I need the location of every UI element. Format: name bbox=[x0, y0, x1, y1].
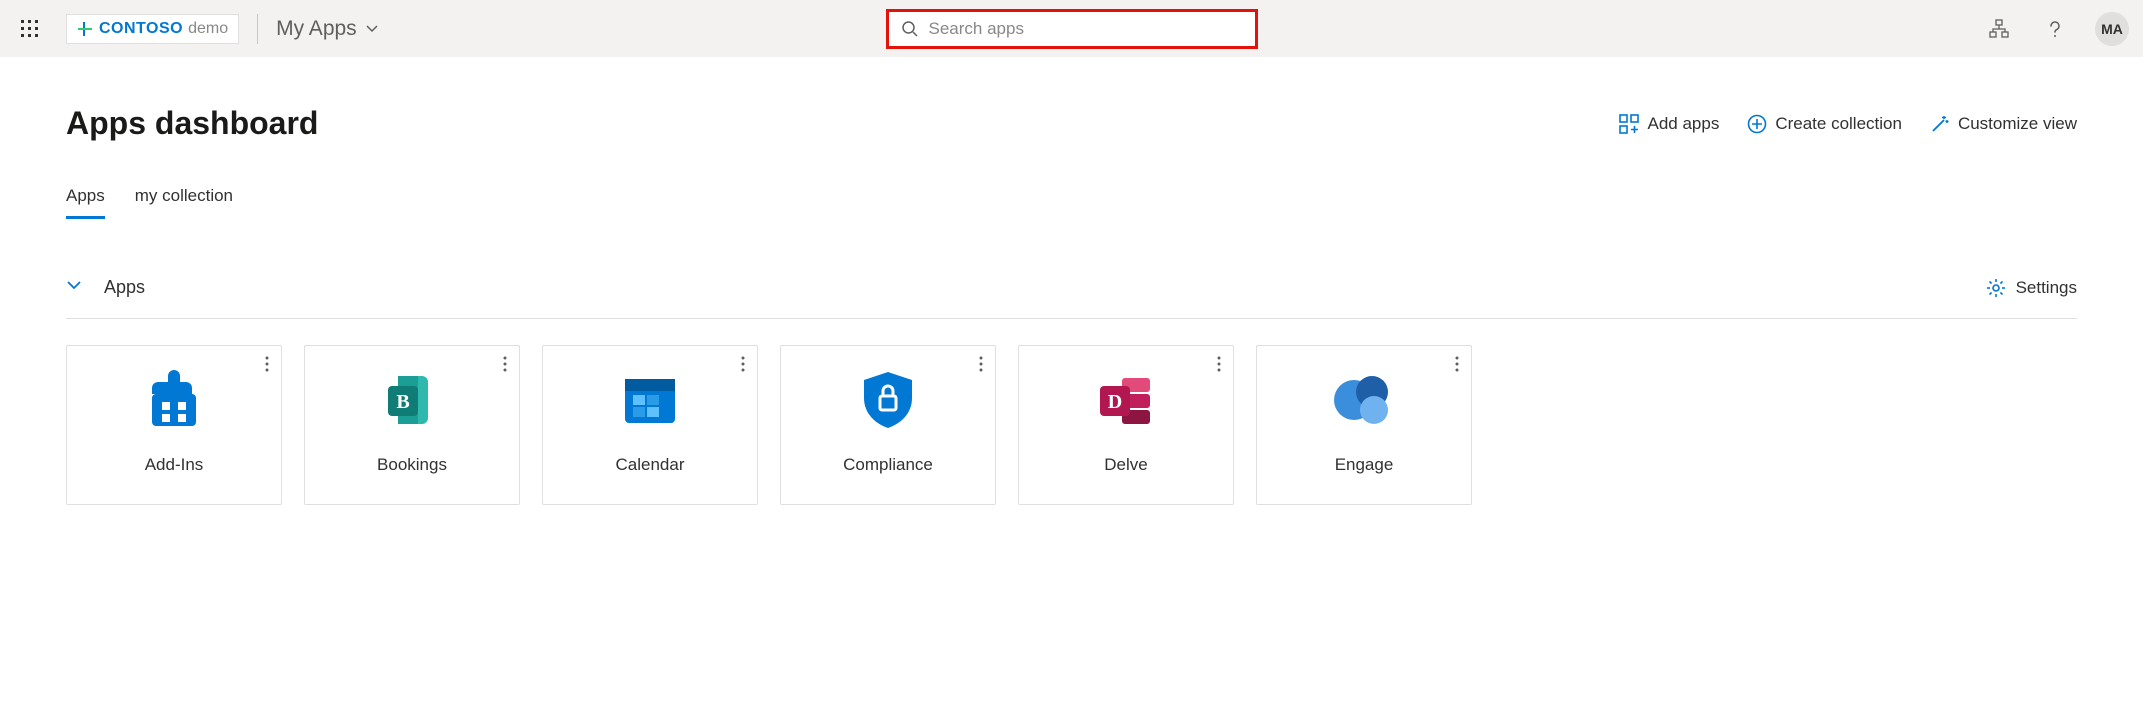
delve-icon: D bbox=[1091, 365, 1161, 435]
app-tile-bookings[interactable]: B Bookings bbox=[304, 345, 520, 505]
tile-label: Compliance bbox=[843, 455, 933, 475]
bookings-icon: B bbox=[377, 365, 447, 435]
add-apps-icon bbox=[1619, 114, 1639, 134]
app-tile-calendar[interactable]: Calendar bbox=[542, 345, 758, 505]
addins-icon bbox=[139, 365, 209, 435]
brand-name: CONTOSO bbox=[99, 20, 183, 38]
calendar-icon bbox=[615, 365, 685, 435]
app-tile-compliance[interactable]: Compliance bbox=[780, 345, 996, 505]
avatar-initials: MA bbox=[2101, 21, 2123, 37]
header-right: MA bbox=[1983, 12, 2129, 46]
svg-text:B: B bbox=[396, 391, 409, 413]
chevron-down-icon bbox=[66, 277, 82, 293]
brand-suffix: demo bbox=[188, 20, 228, 38]
tile-menu-button[interactable] bbox=[1217, 356, 1221, 377]
app-tile-delve[interactable]: D Delve bbox=[1018, 345, 1234, 505]
tile-label: Delve bbox=[1104, 455, 1147, 475]
tile-menu-button[interactable] bbox=[1455, 356, 1459, 377]
tile-menu-button[interactable] bbox=[741, 356, 745, 377]
section-settings-button[interactable]: Settings bbox=[1986, 278, 2077, 298]
nav-label: My Apps bbox=[276, 17, 357, 41]
title-row: Apps dashboard Add apps Create collectio… bbox=[66, 105, 2077, 142]
customize-view-label: Customize view bbox=[1958, 114, 2077, 134]
more-vertical-icon bbox=[503, 356, 507, 372]
tile-label: Engage bbox=[1335, 455, 1394, 475]
tab-my-collection[interactable]: my collection bbox=[135, 186, 233, 219]
compliance-icon bbox=[853, 365, 923, 435]
app-launcher-icon[interactable] bbox=[14, 13, 46, 45]
nav-dropdown[interactable]: My Apps bbox=[276, 17, 379, 41]
contoso-icon bbox=[77, 21, 93, 37]
add-apps-button[interactable]: Add apps bbox=[1619, 114, 1719, 134]
page-title: Apps dashboard bbox=[66, 105, 318, 142]
main-content: Apps dashboard Add apps Create collectio… bbox=[0, 57, 2143, 505]
section-header: Apps Settings bbox=[66, 277, 2077, 298]
more-vertical-icon bbox=[979, 356, 983, 372]
section-collapse-toggle[interactable] bbox=[66, 277, 82, 298]
settings-label: Settings bbox=[2016, 278, 2077, 298]
section-title: Apps bbox=[104, 277, 145, 298]
plus-circle-icon bbox=[1747, 114, 1767, 134]
page-actions: Add apps Create collection Customize vie… bbox=[1619, 114, 2077, 134]
tile-label: Add-Ins bbox=[145, 455, 204, 475]
search-input[interactable] bbox=[929, 19, 1243, 39]
section-divider bbox=[66, 318, 2077, 319]
gear-icon bbox=[1986, 278, 2006, 298]
help-icon[interactable] bbox=[2039, 13, 2071, 45]
tile-menu-button[interactable] bbox=[265, 356, 269, 377]
org-tree-icon[interactable] bbox=[1983, 13, 2015, 45]
search-box[interactable] bbox=[886, 9, 1258, 49]
avatar[interactable]: MA bbox=[2095, 12, 2129, 46]
create-collection-button[interactable]: Create collection bbox=[1747, 114, 1902, 134]
tabs: Apps my collection bbox=[66, 186, 2077, 219]
app-tile-engage[interactable]: Engage bbox=[1256, 345, 1472, 505]
header-bar: CONTOSO demo My Apps bbox=[0, 0, 2143, 57]
more-vertical-icon bbox=[741, 356, 745, 372]
app-tiles: Add-Ins B Bookings bbox=[66, 345, 2077, 505]
tile-label: Bookings bbox=[377, 455, 447, 475]
create-collection-label: Create collection bbox=[1775, 114, 1902, 134]
add-apps-label: Add apps bbox=[1647, 114, 1719, 134]
more-vertical-icon bbox=[265, 356, 269, 372]
more-vertical-icon bbox=[1217, 356, 1221, 372]
header-divider bbox=[257, 14, 258, 44]
tile-label: Calendar bbox=[616, 455, 685, 475]
more-vertical-icon bbox=[1455, 356, 1459, 372]
tenant-logo[interactable]: CONTOSO demo bbox=[66, 14, 239, 44]
chevron-down-icon bbox=[365, 22, 379, 36]
wand-icon bbox=[1930, 114, 1950, 134]
customize-view-button[interactable]: Customize view bbox=[1930, 114, 2077, 134]
search-icon bbox=[901, 20, 919, 38]
tab-apps[interactable]: Apps bbox=[66, 186, 105, 219]
tile-menu-button[interactable] bbox=[979, 356, 983, 377]
tile-menu-button[interactable] bbox=[503, 356, 507, 377]
svg-text:D: D bbox=[1108, 391, 1122, 413]
engage-icon bbox=[1329, 365, 1399, 435]
app-tile-addins[interactable]: Add-Ins bbox=[66, 345, 282, 505]
